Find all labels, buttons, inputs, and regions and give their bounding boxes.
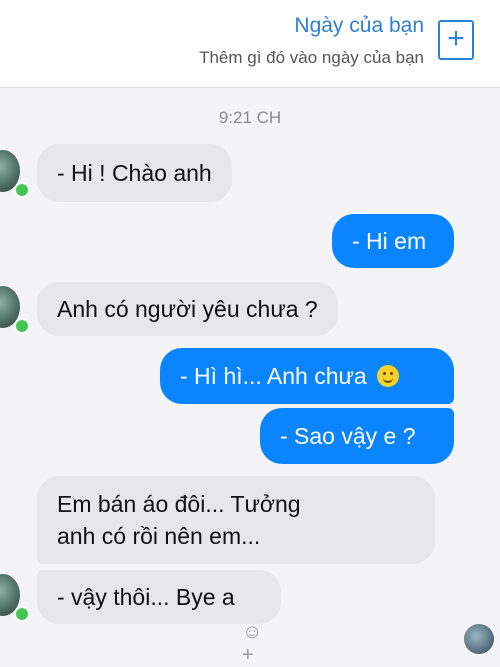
incoming-message[interactable]: Anh có người yêu chưa ? xyxy=(37,282,338,336)
slight-smile-emoji xyxy=(377,365,400,387)
outgoing-message[interactable]: - Sao vậy e ? xyxy=(260,408,454,464)
header-subtitle[interactable]: Thêm gì đó vào ngày của bạn xyxy=(199,48,424,68)
message-text: - Hi em xyxy=(352,228,427,254)
outgoing-message[interactable]: - Hì hì... Anh chưa xyxy=(160,348,454,404)
message-text: - Hi ! Chào anh xyxy=(57,160,212,186)
message-text: - Hì hì... Anh chưa xyxy=(180,363,367,389)
contact-avatar[interactable] xyxy=(0,286,30,334)
message-timestamp: 9:21 CH xyxy=(218,108,282,127)
plus-icon: + xyxy=(447,22,465,55)
seen-by-avatar xyxy=(464,624,494,654)
outgoing-message[interactable]: - Hi em xyxy=(332,214,454,268)
message-text: Anh có người yêu chưa ? xyxy=(57,296,318,322)
header-title[interactable]: Ngày của bạn xyxy=(294,14,424,38)
incoming-message[interactable]: - Hi ! Chào anh xyxy=(37,144,232,202)
message-text-line: anh có rồi nên em... xyxy=(57,523,261,549)
contact-avatar[interactable] xyxy=(0,574,30,622)
stories-header: Ngày của bạn Thêm gì đó vào ngày của bạn… xyxy=(0,0,500,88)
online-status-dot xyxy=(14,318,30,334)
message-text: - Sao vậy e ? xyxy=(280,423,416,449)
incoming-message[interactable]: - vậy thôi... Bye a xyxy=(37,570,281,624)
contact-avatar[interactable] xyxy=(0,150,30,198)
add-story-button[interactable]: + xyxy=(438,20,474,60)
online-status-dot xyxy=(14,606,30,622)
incoming-message[interactable]: Em bán áo đôi... Tưởng anh có rồi nên em… xyxy=(37,476,435,564)
online-status-dot xyxy=(14,182,30,198)
message-text: - vậy thôi... Bye a xyxy=(57,584,235,610)
add-reaction-icon[interactable]: ☺+ xyxy=(242,621,272,666)
message-text-line: Em bán áo đôi... Tưởng xyxy=(57,491,301,517)
